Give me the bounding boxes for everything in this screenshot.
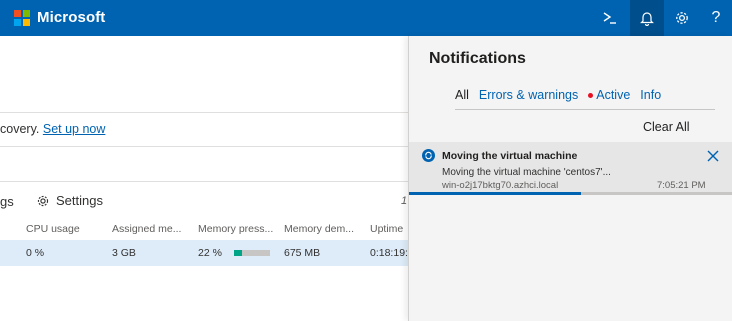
notification-host: win-o2j17bktg70.azhci.local: [442, 180, 559, 191]
notification-tabs: All Errors & warnings Active Info: [455, 88, 671, 102]
notifications-button[interactable]: [630, 0, 664, 36]
settings-toolbar-button[interactable]: Settings: [36, 193, 103, 208]
settings-label: Settings: [56, 193, 103, 208]
tab-all[interactable]: All: [455, 88, 469, 102]
tab-info[interactable]: Info: [640, 88, 661, 102]
notification-item[interactable]: Moving the virtual machine Moving the vi…: [409, 142, 732, 195]
setup-text: covery.: [0, 122, 40, 136]
notification-progress-fill: [409, 192, 581, 195]
tab-label: Active: [596, 88, 631, 102]
cell-assigned-memory: 3 GB: [112, 247, 136, 259]
tab-errors-warnings[interactable]: Errors & warnings: [479, 88, 578, 102]
close-icon[interactable]: [706, 149, 720, 163]
notification-progress-bar: [409, 192, 732, 195]
tabs-divider: [455, 109, 715, 110]
settings-button[interactable]: [665, 0, 699, 36]
notification-message: Moving the virtual machine 'centos7'...: [442, 167, 611, 178]
setup-message: covery. Set up now: [0, 122, 105, 136]
divider: [0, 112, 410, 113]
page-indicator: 1: [401, 195, 408, 207]
column-header-memory-pressure[interactable]: Memory press...: [198, 223, 273, 235]
cell-memory-demand: 675 MB: [284, 247, 321, 259]
notifications-panel: Notifications All Errors & warnings Acti…: [408, 36, 732, 321]
help-button[interactable]: ?: [699, 0, 732, 36]
tab-label: Info: [640, 88, 662, 102]
active-dot-icon: [588, 92, 594, 98]
gear-icon: [676, 12, 688, 24]
help-icon: ?: [711, 9, 721, 26]
column-header-uptime[interactable]: Uptime: [370, 223, 403, 235]
bell-icon: [640, 11, 654, 26]
microsoft-logo-icon: [14, 9, 30, 26]
toolbar-fragment-label: gs: [0, 194, 14, 209]
column-header-cpu[interactable]: CPU usage: [26, 223, 80, 235]
column-header-assigned-memory[interactable]: Assigned me...: [112, 223, 181, 235]
terminal-button[interactable]: [593, 0, 627, 36]
notification-title: Moving the virtual machine: [442, 150, 578, 162]
brand[interactable]: Microsoft: [14, 9, 105, 26]
cell-memory-pressure: 22 %: [198, 247, 222, 259]
clear-all-button[interactable]: Clear All: [643, 120, 690, 134]
terminal-icon: [603, 12, 616, 24]
in-progress-icon: [422, 149, 435, 162]
memory-pressure-bar: [234, 250, 270, 256]
tab-label: Errors & warnings: [478, 88, 579, 102]
memory-pressure-fill: [234, 250, 242, 256]
column-header-memory-demand[interactable]: Memory dem...: [284, 223, 354, 235]
panel-title: Notifications: [429, 50, 526, 67]
setup-now-link[interactable]: Set up now: [43, 122, 106, 136]
brand-name: Microsoft: [37, 9, 106, 26]
divider: [0, 181, 410, 182]
tab-active[interactable]: Active: [588, 88, 630, 102]
divider: [0, 146, 410, 147]
notification-time: 7:05:21 PM: [657, 180, 706, 191]
gear-icon: [37, 195, 49, 206]
cell-cpu: 0 %: [26, 247, 45, 259]
toolbar-fragment[interactable]: gs: [0, 194, 14, 209]
tab-label: All: [455, 88, 469, 102]
top-bar: Microsoft ?: [0, 0, 732, 36]
